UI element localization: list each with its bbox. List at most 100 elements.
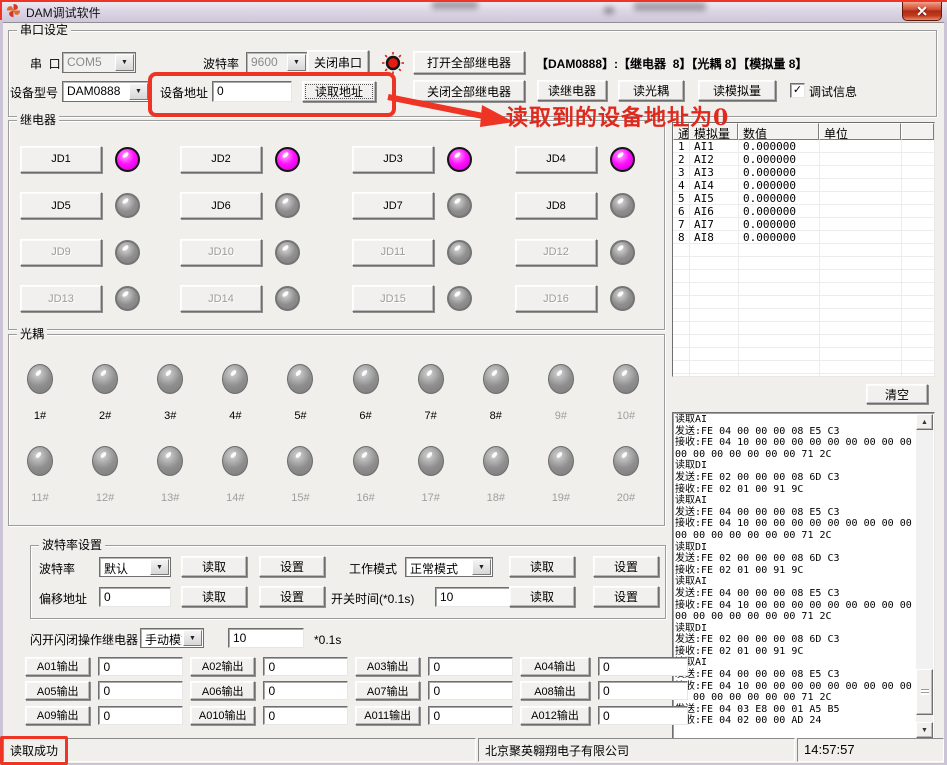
ao6-output-button[interactable]: A06输出 <box>190 681 255 700</box>
ao9-output-button[interactable]: A09输出 <box>25 706 90 725</box>
device-model-select[interactable]: DAM0888 ▼ <box>62 81 150 102</box>
ao10-output-value[interactable]: 0 <box>263 706 348 725</box>
read-opto-button[interactable]: 读光耦 <box>618 80 684 101</box>
opto-item: 16# <box>340 446 392 504</box>
relay-led-off <box>447 240 472 265</box>
comm-log-text[interactable]: 读取AI 发送:FE 04 00 00 00 08 E5 C3 接收:FE 04… <box>675 414 915 738</box>
table-row[interactable]: 6AI60.000000 <box>673 205 934 218</box>
opto-item: 19# <box>535 446 587 504</box>
comm-log-panel[interactable]: 读取AI 发送:FE 04 00 00 00 08 E5 C3 接收:FE 04… <box>672 412 935 740</box>
relay-cell: JD3 <box>352 146 515 173</box>
relay-button-jd8[interactable]: JD8 <box>515 192 597 219</box>
cell: 0.000000 <box>738 192 819 205</box>
work-mode-select[interactable]: 正常模式 ▼ <box>405 557 493 577</box>
opto-item: 10# <box>600 364 652 422</box>
log-scrollbar[interactable]: ▲ ▼ <box>916 414 933 738</box>
output-cell: A04输出 0 <box>513 654 688 679</box>
chevron-down-icon: ▼ <box>183 630 202 646</box>
ao3-output-value[interactable]: 0 <box>428 657 513 676</box>
table-row[interactable]: 8AI80.000000 <box>673 231 934 244</box>
ao6-output-value[interactable]: 0 <box>263 681 348 700</box>
com-port-label: 串 口 <box>30 57 61 71</box>
ao8-output-value[interactable]: 0 <box>598 681 688 700</box>
table-row[interactable]: 7AI70.000000 <box>673 218 934 231</box>
table-row[interactable]: 1AI10.000000 <box>673 140 934 153</box>
opto-label: 3# <box>164 410 176 422</box>
ao1-output-button[interactable]: A01输出 <box>25 657 90 676</box>
ao7-output-value[interactable]: 0 <box>428 681 513 700</box>
read-analog-button[interactable]: 读模拟量 <box>698 80 776 101</box>
cell <box>819 179 901 192</box>
ao5-output-button[interactable]: A05输出 <box>25 681 90 700</box>
opto-item: 1# <box>14 364 66 422</box>
read-relays-button[interactable]: 读继电器 <box>537 80 607 101</box>
relay-button-jd4[interactable]: JD4 <box>515 146 597 173</box>
ao7-output-button[interactable]: A07输出 <box>355 681 420 700</box>
ao4-output-value[interactable]: 0 <box>598 657 688 676</box>
relay-button-jd16: JD16 <box>515 285 597 312</box>
scroll-up-icon[interactable]: ▲ <box>916 414 933 430</box>
opto-label: 14# <box>226 492 244 504</box>
offset-address-input[interactable]: 0 <box>99 587 171 607</box>
relay-button-jd3[interactable]: JD3 <box>352 146 434 173</box>
flash-relay-label: 闪开闪闭操作继电器 <box>30 633 138 647</box>
cell: 0.000000 <box>738 153 819 166</box>
ao12-output-value[interactable]: 0 <box>598 706 688 725</box>
col-header-value[interactable]: 数值 <box>738 123 819 140</box>
ao2-output-button[interactable]: A02输出 <box>190 657 255 676</box>
work-mode-set-button[interactable]: 设置 <box>593 556 659 577</box>
opto-item: 13# <box>144 446 196 504</box>
opto-led <box>157 364 183 394</box>
relay-cell: JD2 <box>180 146 352 173</box>
cell <box>819 231 901 244</box>
cell: 0.000000 <box>738 140 819 153</box>
col-header-unit[interactable]: 单位 <box>819 123 901 140</box>
col-header-empty[interactable] <box>901 123 934 140</box>
debug-info-checkbox[interactable]: ✓ <box>790 83 805 98</box>
table-row[interactable]: 5AI50.000000 <box>673 192 934 205</box>
flash-time-input[interactable]: 10 <box>228 628 304 648</box>
table-row[interactable]: 2AI20.000000 <box>673 153 934 166</box>
scroll-down-icon[interactable]: ▼ <box>916 722 933 738</box>
ao8-output-button[interactable]: A08输出 <box>520 681 590 700</box>
relay-button-jd6[interactable]: JD6 <box>180 192 262 219</box>
opto-label: 13# <box>161 492 179 504</box>
switch-time-set-button[interactable]: 设置 <box>593 586 659 607</box>
work-mode-read-button[interactable]: 读取 <box>509 556 575 577</box>
baud-set-button[interactable]: 设置 <box>259 556 325 577</box>
cell: 0.000000 <box>738 179 819 192</box>
ao9-output-value[interactable]: 0 <box>98 706 183 725</box>
baud-settings-group: 波特率设置 波特率 默认 ▼ 读取 设置 工作模式 正常模式 ▼ 读取 设置 偏… <box>30 545 666 619</box>
ao1-output-value[interactable]: 0 <box>98 657 183 676</box>
baud-setting-select[interactable]: 默认 ▼ <box>99 557 171 577</box>
title-bar[interactable]: DAM调试软件 <box>0 0 947 22</box>
opto-label: 1# <box>34 410 46 422</box>
relay-button-jd5[interactable]: JD5 <box>20 192 102 219</box>
opto-item: 14# <box>209 446 261 504</box>
relay-button-jd1[interactable]: JD1 <box>20 146 102 173</box>
ao11-output-value[interactable]: 0 <box>428 706 513 725</box>
switch-time-read-button[interactable]: 读取 <box>509 586 575 607</box>
switch-time-input[interactable]: 10 <box>435 587 511 607</box>
ao4-output-button[interactable]: A04输出 <box>520 657 590 676</box>
flash-mode-select[interactable]: 手动模式 ▼ <box>140 628 204 648</box>
baud-read-button[interactable]: 读取 <box>181 556 247 577</box>
scrollbar-thumb[interactable] <box>916 669 933 715</box>
ao5-output-value[interactable]: 0 <box>98 681 183 700</box>
table-row[interactable]: 3AI30.000000 <box>673 166 934 179</box>
close-button[interactable] <box>902 0 942 21</box>
relay-button-jd7[interactable]: JD7 <box>352 192 434 219</box>
offset-set-button[interactable]: 设置 <box>259 586 325 607</box>
ao11-output-button[interactable]: A011输出 <box>355 706 420 725</box>
ao3-output-button[interactable]: A03输出 <box>355 657 420 676</box>
open-all-relays-button[interactable]: 打开全部继电器 <box>413 51 525 74</box>
table-row[interactable]: 4AI40.000000 <box>673 179 934 192</box>
relay-button-jd2[interactable]: JD2 <box>180 146 262 173</box>
clear-log-button[interactable]: 清空 <box>866 384 928 404</box>
ao10-output-button[interactable]: A010输出 <box>190 706 255 725</box>
ao2-output-value[interactable]: 0 <box>263 657 348 676</box>
offset-read-button[interactable]: 读取 <box>181 586 247 607</box>
ao12-output-button[interactable]: A012输出 <box>520 706 590 725</box>
relay-button-jd15: JD15 <box>352 285 434 312</box>
opto-item: 6# <box>340 364 392 422</box>
